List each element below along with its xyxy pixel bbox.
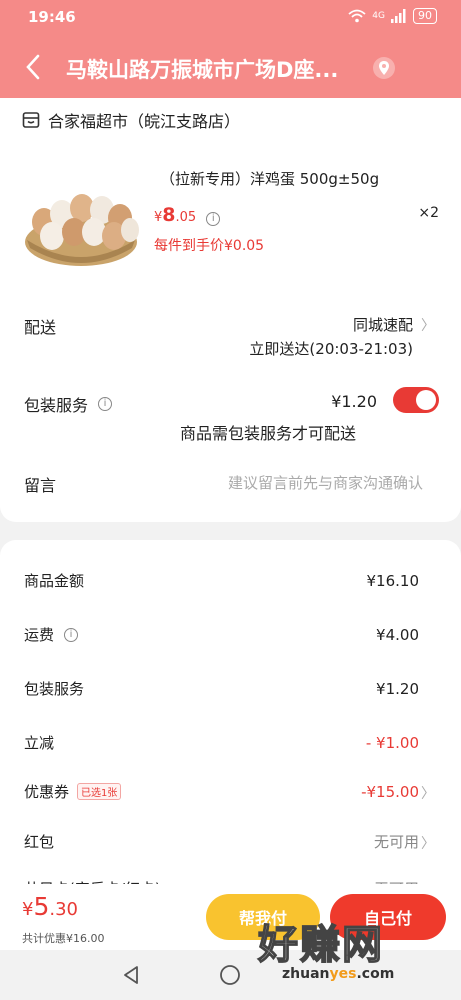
network-label: 4G	[372, 11, 385, 21]
back-nav-icon[interactable]	[120, 964, 142, 986]
chevron-right-icon[interactable]: 〉	[421, 783, 435, 803]
battery-icon: 90	[413, 8, 437, 24]
price-symbol: ¥	[154, 210, 163, 225]
total-dec: .30	[49, 899, 78, 920]
delivery-time: 立即送达(20:03-21:03)	[249, 340, 413, 358]
coupon-tag: 已选1张	[77, 783, 122, 800]
total-discount: 共计优惠¥16.00	[22, 932, 105, 945]
red-packet-row[interactable]: 红包 无可用	[24, 831, 419, 852]
red-packet-value: 无可用	[373, 833, 419, 851]
total-symbol: ¥	[22, 899, 34, 920]
shipping-value: ¥4.00	[376, 625, 419, 644]
nav-bar: 马鞍山路万振城市广场D座...	[0, 44, 461, 90]
goods-amount-row: 商品金额 ¥16.10	[24, 570, 419, 591]
chevron-left-icon	[26, 54, 40, 80]
watermark-logo: 好赚网 zhuanyes.com	[250, 912, 450, 996]
packaging-label-row: 包装服务 i	[24, 392, 113, 416]
packaging-price: ¥1.20	[331, 392, 377, 411]
pack-fee-label: 包装服务	[24, 680, 85, 698]
product-quantity: ×2	[418, 205, 439, 221]
product-image[interactable]	[22, 178, 140, 270]
wifi-icon	[348, 9, 366, 23]
watermark-url-b: yes	[329, 966, 357, 982]
watermark-text: 好赚网	[257, 921, 384, 969]
instant-discount-row: 立减 - ¥1.00	[24, 732, 419, 753]
shipping-label: 运费	[24, 626, 55, 644]
shipping-row: 运费 i ¥4.00	[24, 624, 419, 645]
info-icon[interactable]: i	[206, 212, 221, 226]
note-label: 留言	[24, 476, 57, 495]
watermark-url-a: zhuan	[282, 966, 330, 982]
coupon-label: 优惠券	[24, 783, 70, 801]
total-int: 5	[33, 892, 50, 921]
watermark-url-c: .com	[356, 966, 395, 982]
status-bar: 19:46 4G 90	[0, 0, 461, 36]
price-dec: .05	[175, 210, 197, 225]
store-name: 合家福超市（皖江支路店）	[48, 112, 241, 131]
toggle-knob	[416, 390, 436, 410]
status-icons: 4G 90	[348, 8, 437, 24]
delivery-method[interactable]: 同城速配	[353, 314, 413, 335]
note-input[interactable]: 建议留言前先与商家沟通确认	[228, 472, 423, 493]
status-time: 19:46	[28, 8, 76, 26]
signal-icon	[391, 9, 406, 23]
red-packet-label: 红包	[24, 833, 55, 851]
home-nav-icon[interactable]	[219, 964, 241, 986]
store-icon	[22, 112, 40, 128]
discount-label: 立减	[24, 734, 55, 752]
watermark-url: zhuanyes.com	[282, 966, 394, 982]
chevron-right-icon[interactable]: 〉	[421, 833, 435, 853]
discount-value: - ¥1.00	[365, 733, 419, 752]
packaging-toggle[interactable]	[393, 387, 439, 413]
info-icon[interactable]: i	[98, 397, 113, 411]
packaging-note: 商品需包装服务才可配送	[180, 424, 357, 443]
store-row[interactable]: 合家福超市（皖江支路店）	[22, 108, 240, 132]
packaging-fee-row: 包装服务 ¥1.20	[24, 678, 419, 699]
shipping-label-wrap: 运费 i	[24, 624, 79, 645]
delivery-label: 配送	[24, 318, 57, 337]
info-icon[interactable]: i	[64, 627, 79, 642]
location-icon[interactable]	[372, 56, 396, 80]
back-button[interactable]	[20, 50, 50, 84]
coupon-label-wrap: 优惠券 已选1张	[24, 781, 122, 802]
per-item-price: 每件到手价¥0.05	[154, 238, 265, 254]
price-int: 8	[162, 204, 176, 226]
product-price: ¥ 8 .05 i	[154, 204, 221, 226]
goods-value: ¥16.10	[366, 571, 420, 590]
goods-label: 商品金额	[24, 572, 85, 590]
chevron-right-icon[interactable]: 〉	[421, 315, 435, 335]
app-header: 19:46 4G 90 马鞍山路万振城市广场D座...	[0, 0, 461, 98]
pack-fee-value: ¥1.20	[376, 679, 419, 698]
order-card: 合家福超市（皖江支路店） （拉新专用）洋鸡蛋 500g±50g ¥ 8 .05 …	[0, 98, 461, 522]
coupon-value: -¥15.00	[361, 782, 419, 801]
coupon-row[interactable]: 优惠券 已选1张 -¥15.00	[24, 781, 419, 802]
packaging-label: 包装服务	[24, 396, 89, 415]
address-title[interactable]: 马鞍山路万振城市广场D座...	[66, 54, 366, 84]
total-price: ¥ 5 .30	[22, 892, 78, 921]
product-title[interactable]: （拉新专用）洋鸡蛋 500g±50g	[160, 168, 379, 189]
